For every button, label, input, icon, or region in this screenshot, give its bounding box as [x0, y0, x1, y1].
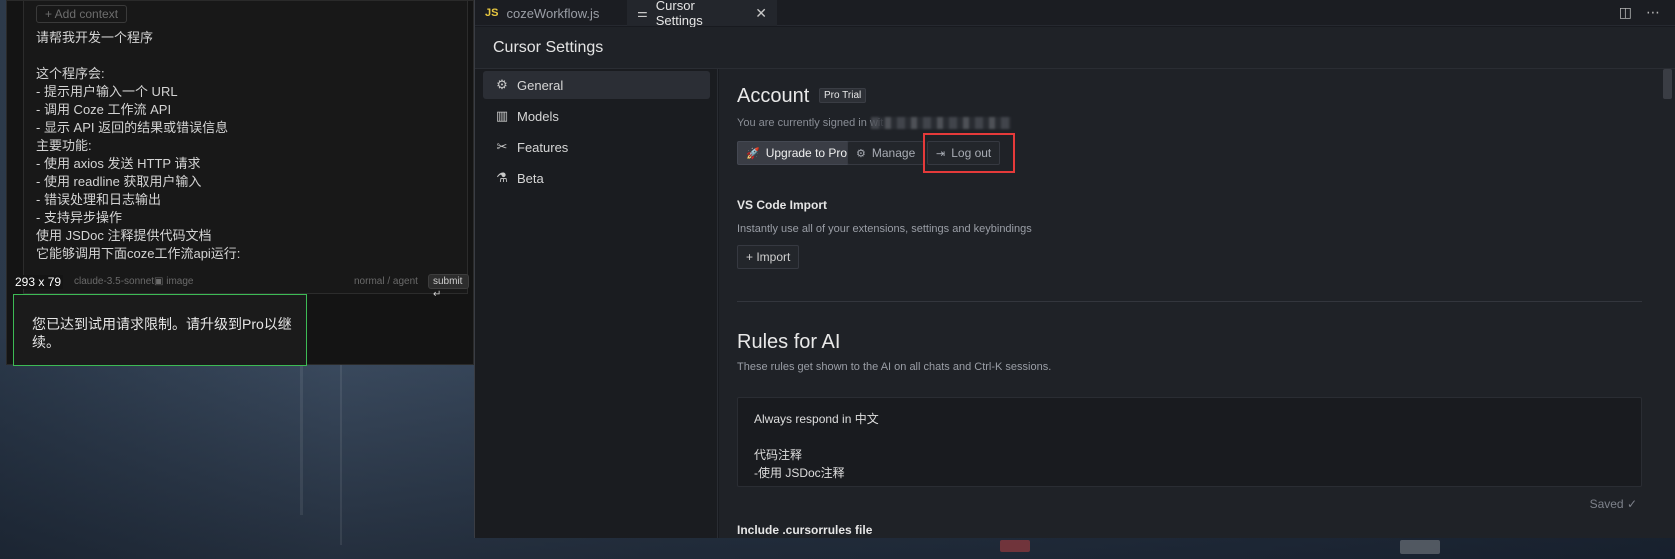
signed-in-text: You are currently signed in wit	[737, 117, 884, 129]
trial-limit-notice: 您已达到试用请求限制。请升级到Pro以继续。	[13, 294, 307, 366]
wallpaper-light	[1000, 540, 1030, 552]
chat-line: - 错误处理和日志输出	[36, 192, 161, 207]
wallpaper-streak	[300, 365, 303, 515]
gear-icon: ⚙	[496, 77, 508, 92]
settings-scrollbar[interactable]	[1659, 69, 1675, 538]
include-cursorrules-label: Include .cursorrules file	[737, 523, 873, 537]
rules-description: These rules get shown to the AI on all c…	[737, 361, 1052, 373]
flask-icon: ⚗	[496, 170, 508, 185]
highlight-annotation	[923, 133, 1015, 173]
more-actions-icon[interactable]: ⋯	[1646, 4, 1660, 21]
sidebar-item-models[interactable]: ▥ Models	[483, 102, 710, 130]
vscode-import-heading: VS Code Import	[737, 198, 828, 212]
saved-status: Saved ✓	[1589, 497, 1637, 511]
sidebar-item-general[interactable]: ⚙ General	[483, 71, 710, 99]
chat-line: 主要功能:	[36, 138, 92, 153]
editor-actions: ◫ ⋯	[1619, 4, 1660, 21]
tab-bar: JS cozeWorkflow.js ⚌ Cursor Settings ✕ ◫…	[475, 0, 1675, 28]
tab-label: cozeWorkflow.js	[506, 5, 600, 21]
scrollbar-thumb[interactable]	[1663, 69, 1672, 99]
model-selector[interactable]: claude-3.5-sonnet	[74, 276, 154, 287]
sidebar-item-label: Beta	[517, 170, 544, 186]
sidebar-item-beta[interactable]: ⚗ Beta	[483, 164, 710, 192]
chat-footer: claude-3.5-sonnet ▣ image normal / agent…	[24, 272, 469, 300]
tools-icon: ✂	[496, 139, 508, 154]
manage-button[interactable]: ⚙ Manage	[847, 141, 925, 165]
dimension-label: 293 x 79	[13, 275, 64, 289]
add-context-button[interactable]: + Add context	[36, 5, 128, 23]
editor-window: JS cozeWorkflow.js ⚌ Cursor Settings ✕ ◫…	[474, 0, 1675, 538]
chat-line	[36, 47, 461, 65]
import-label: + Import	[746, 250, 791, 264]
redacted-email	[871, 117, 1011, 129]
vscode-import-description: Instantly use all of your extensions, se…	[737, 223, 1032, 235]
chat-line: - 提示用户输入一个 URL	[36, 84, 178, 99]
chat-message-text[interactable]: 请帮我开发一个程序 这个程序会: - 提示用户输入一个 URL - 调用 Coze …	[36, 29, 461, 275]
chat-line: - 调用 Coze 工作流 API	[36, 102, 172, 117]
js-file-icon: JS	[485, 7, 499, 19]
submit-button[interactable]: submit ↵	[428, 274, 469, 300]
settings-header: Cursor Settings	[475, 27, 1675, 69]
chat-panel: + Add context 请帮我开发一个程序 这个程序会: - 提示用户输入一个…	[6, 0, 474, 366]
chat-line: 请帮我开发一个程序	[36, 30, 154, 45]
chat-line: 使用 JSDoc 注释提供代码文档	[36, 228, 212, 243]
chat-line: - 显示 API 返回的结果或错误信息	[36, 120, 229, 135]
section-divider	[737, 301, 1642, 302]
wallpaper-streak	[340, 365, 342, 545]
sidebar-item-label: Features	[517, 139, 569, 155]
sidebar-item-label: General	[517, 77, 564, 93]
pro-trial-badge: Pro Trial	[819, 88, 867, 103]
bar-chart-icon: ▥	[495, 108, 509, 123]
chat-line: 这个程序会:	[36, 66, 105, 81]
settings-title: Cursor Settings	[493, 39, 604, 56]
rocket-icon: 🚀	[746, 147, 760, 160]
tab-label: Cursor Settings	[655, 0, 703, 28]
mode-toggle[interactable]: normal / agent	[354, 276, 418, 287]
import-button[interactable]: + Import	[737, 245, 800, 269]
settings-sliders-icon: ⚌	[637, 6, 648, 20]
submit-label: submit	[433, 276, 463, 287]
chat-line: - 使用 axios 发送 HTTP 请求	[36, 156, 201, 171]
tab-cursor-settings[interactable]: ⚌ Cursor Settings ✕	[627, 0, 777, 28]
trial-limit-text: 您已达到试用请求限制。请升级到Pro以继续。	[32, 316, 292, 350]
gear-icon: ⚙	[856, 147, 866, 160]
image-button[interactable]: ▣ image	[154, 276, 193, 287]
sidebar-item-label: Models	[517, 108, 559, 124]
chat-line: - 支持异步操作	[36, 210, 122, 225]
chat-line: 它能够调用下面coze工作流api运行:	[36, 246, 241, 261]
sidebar-item-features[interactable]: ✂ Features	[483, 133, 710, 161]
upgrade-label: Upgrade to Pro	[765, 146, 848, 160]
rules-heading: Rules for AI	[737, 331, 841, 353]
tab-cozeworkflow[interactable]: JS cozeWorkflow.js	[475, 0, 625, 26]
close-tab-icon[interactable]: ✕	[755, 5, 767, 22]
image-label: image	[166, 276, 194, 287]
split-editor-icon[interactable]: ◫	[1619, 4, 1632, 21]
account-heading: Account	[737, 85, 810, 107]
manage-label: Manage	[871, 146, 916, 160]
rules-textarea[interactable]: Always respond in 中文 代码注释 -使用 JSDoc注释	[737, 397, 1642, 487]
rules-text: Always respond in 中文 代码注释 -使用 JSDoc注释	[754, 412, 879, 480]
upgrade-to-pro-button[interactable]: 🚀 Upgrade to Pro	[737, 141, 857, 165]
wallpaper-light	[1400, 540, 1440, 554]
settings-sidebar: ⚙ General ▥ Models ✂ Features ⚗ Beta	[475, 69, 718, 538]
chat-composer: + Add context 请帮我开发一个程序 这个程序会: - 提示用户输入一个…	[23, 1, 469, 300]
chat-line: - 使用 readline 获取用户输入	[36, 174, 202, 189]
settings-content: Account Pro Trial You are currently sign…	[719, 69, 1659, 538]
